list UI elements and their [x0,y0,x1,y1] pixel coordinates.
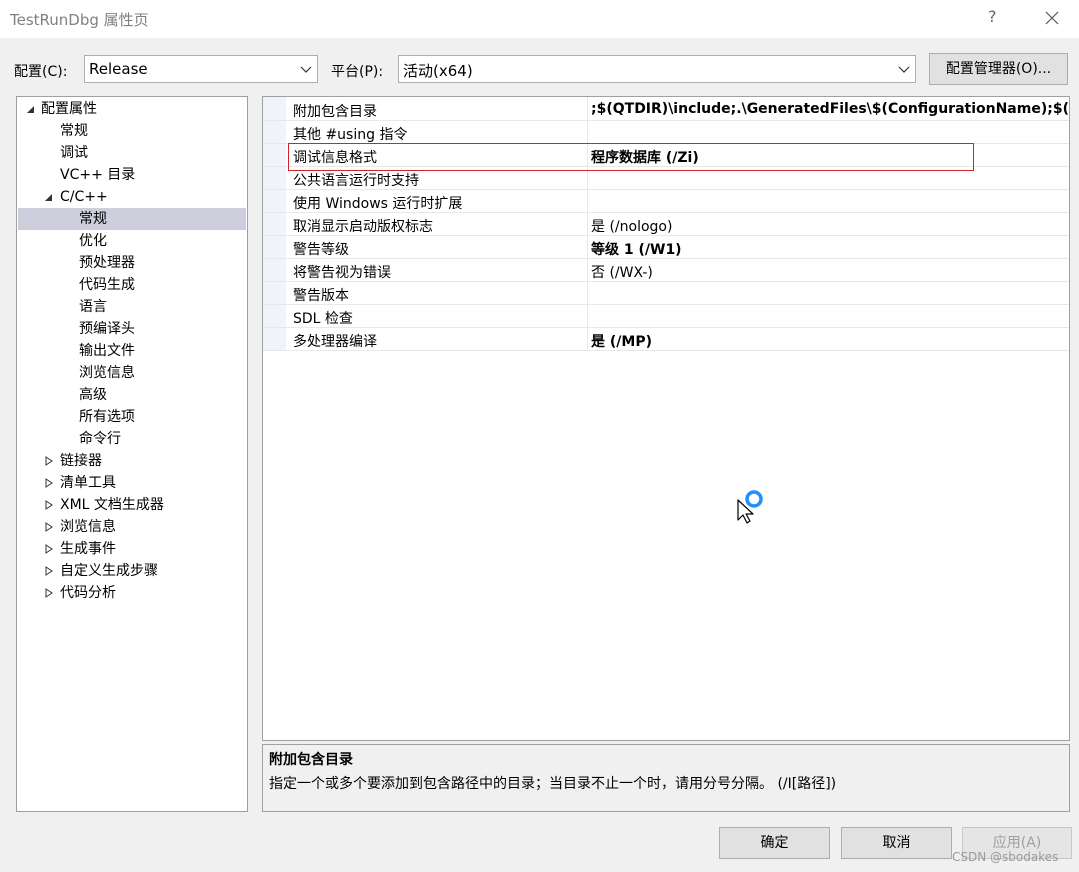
property-name: 将警告视为错误 [293,265,391,281]
property-name: 使用 Windows 运行时扩展 [293,196,463,212]
property-value[interactable]: ;$(QTDIR)\include;.\GeneratedFiles\$(Con… [591,101,1069,117]
tree-item-custom-build-step[interactable]: 自定义生成步骤 [60,560,158,582]
property-name: 其他 #using 指令 [293,127,408,143]
property-row[interactable]: SDL 检查 [263,305,1069,328]
tree-item-manifest-tool[interactable]: 清单工具 [60,472,116,494]
property-row[interactable]: 使用 Windows 运行时扩展 [263,190,1069,213]
ok-button[interactable]: 确定 [719,827,830,859]
collapsed-triangle-icon[interactable] [44,500,54,510]
property-row[interactable]: 警告版本 [263,282,1069,305]
property-grid: 附加包含目录 ;$(QTDIR)\include;.\GeneratedFile… [262,96,1070,741]
config-label: 配置(C): [14,64,68,80]
tree-selection-highlight [18,208,246,230]
property-name: 公共语言运行时支持 [293,173,419,189]
help-button[interactable]: ? [988,7,997,26]
property-name: 警告版本 [293,288,349,304]
tree-item-cpp-output-files[interactable]: 输出文件 [79,340,135,362]
tree-item-build-events[interactable]: 生成事件 [60,538,116,560]
property-value[interactable]: 是 (/MP) [591,331,652,351]
property-row[interactable]: 其他 #using 指令 [263,121,1069,144]
collapsed-triangle-icon[interactable] [44,588,54,598]
property-row[interactable]: 附加包含目录 ;$(QTDIR)\include;.\GeneratedFile… [263,98,1069,121]
config-select[interactable]: Release [84,55,318,83]
property-value[interactable]: 否 (/WX-) [591,262,653,282]
config-value: Release [89,60,148,78]
platform-label: 平台(P): [331,64,384,80]
config-manager-button[interactable]: 配置管理器(O)... [929,53,1068,85]
collapsed-triangle-icon[interactable] [44,522,54,532]
tree-item-cpp-general[interactable]: 常规 [79,208,107,230]
tree-item-cpp-advanced[interactable]: 高级 [79,384,107,406]
tree-item-cpp-command-line[interactable]: 命令行 [79,428,121,450]
property-value[interactable]: 等级 1 (/W1) [591,239,682,259]
collapsed-triangle-icon[interactable] [44,544,54,554]
expanded-triangle-icon[interactable] [25,104,35,114]
close-icon[interactable] [1040,8,1064,28]
property-value[interactable]: 是 (/nologo) [591,216,672,236]
tree-item-cpp-browse-info[interactable]: 浏览信息 [79,362,135,384]
description-title: 附加包含目录 [269,752,353,768]
property-tree: 配置属性 常规 调试 VC++ 目录 C/C++ 常规 优化 预处理器 代码生成… [16,96,248,812]
property-row[interactable]: 取消显示启动版权标志 是 (/nologo) [263,213,1069,236]
description-panel: 附加包含目录 指定一个或多个要添加到包含路径中的目录；当目录不止一个时，请用分号… [262,744,1070,812]
tree-item-linker[interactable]: 链接器 [60,450,102,472]
tree-item-vc-directories[interactable]: VC++ 目录 [60,164,135,186]
watermark: CSDN @sbodakes [952,850,1059,864]
property-name: 多处理器编译 [293,334,377,350]
collapsed-triangle-icon[interactable] [44,478,54,488]
title-bar: TestRunDbg 属性页 ? [0,0,1079,38]
tree-item-cpp-codegen[interactable]: 代码生成 [79,274,135,296]
busy-cursor-icon [737,490,763,524]
tree-item-debugging[interactable]: 调试 [60,142,88,164]
tree-item-cpp-optimization[interactable]: 优化 [79,230,107,252]
window-title: TestRunDbg 属性页 [10,11,149,29]
tree-item-code-analysis[interactable]: 代码分析 [60,582,116,604]
tree-item-cpp-all-options[interactable]: 所有选项 [79,406,135,428]
tree-item-cpp-language[interactable]: 语言 [79,296,107,318]
tree-item-cpp-pch[interactable]: 预编译头 [79,318,135,340]
tree-item-xml-doc[interactable]: XML 文档生成器 [60,494,164,516]
tree-item-cpp-preprocessor[interactable]: 预处理器 [79,252,135,274]
chevron-down-icon [300,66,312,73]
collapsed-triangle-icon[interactable] [44,456,54,466]
property-row[interactable]: 警告等级 等级 1 (/W1) [263,236,1069,259]
cancel-button[interactable]: 取消 [841,827,952,859]
description-text: 指定一个或多个要添加到包含路径中的目录；当目录不止一个时，请用分号分隔。 (/I… [269,776,837,792]
tree-item-cpp[interactable]: C/C++ [60,186,108,208]
tree-item-browse-info[interactable]: 浏览信息 [60,516,116,538]
expanded-triangle-icon[interactable] [43,192,53,202]
property-row[interactable]: 多处理器编译 是 (/MP) [263,328,1069,351]
tree-item-general[interactable]: 常规 [60,120,88,142]
chevron-down-icon [898,66,910,73]
highlight-box [288,143,974,171]
platform-value: 活动(x64) [403,62,473,80]
property-name: 附加包含目录 [293,104,377,120]
property-name: 警告等级 [293,242,349,258]
tree-item-config-properties[interactable]: 配置属性 [41,98,97,120]
property-name: 取消显示启动版权标志 [293,219,433,235]
platform-select[interactable]: 活动(x64) [398,55,916,83]
property-row[interactable]: 将警告视为错误 否 (/WX-) [263,259,1069,282]
property-name: SDL 检查 [293,311,353,327]
collapsed-triangle-icon[interactable] [44,566,54,576]
